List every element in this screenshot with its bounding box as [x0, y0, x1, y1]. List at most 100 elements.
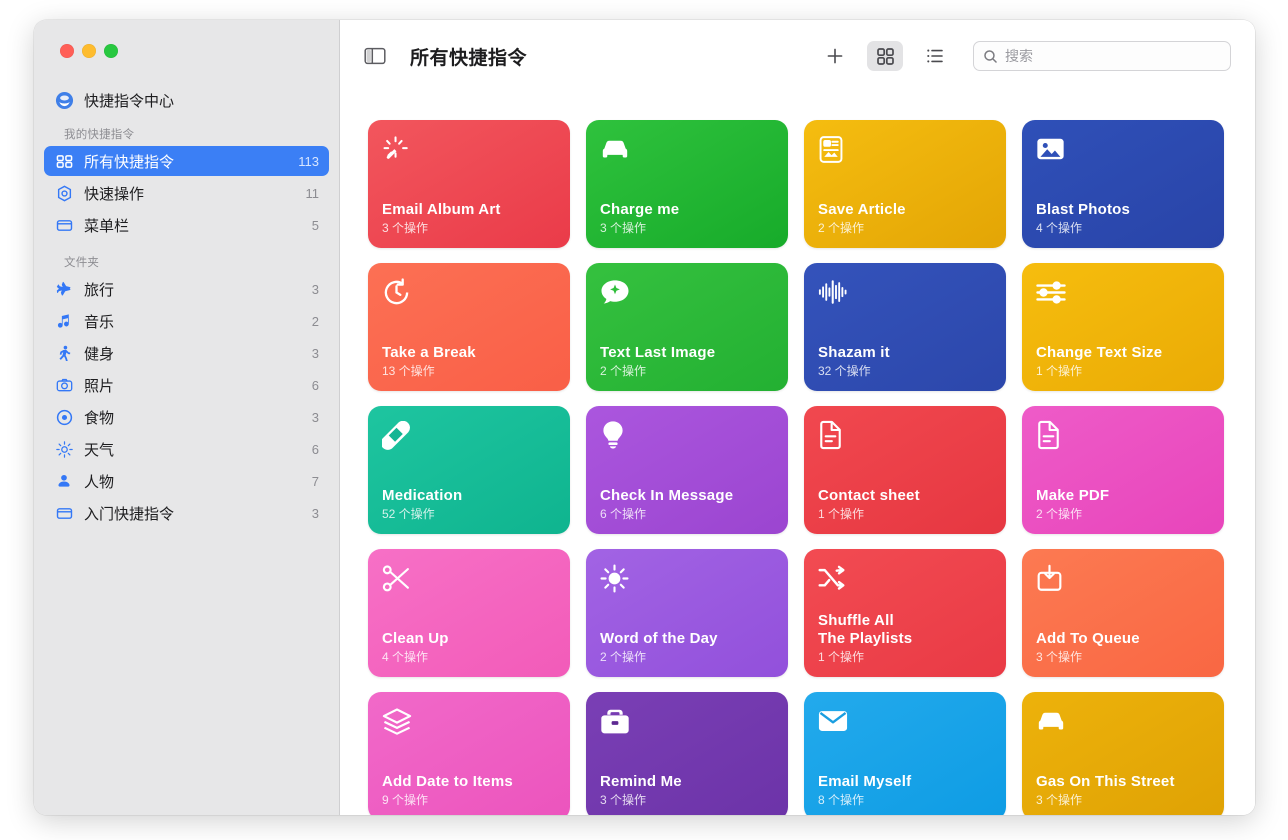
shortcut-card-name: Shazam it [818, 344, 890, 361]
shortcut-card-text: Clean Up 4 个操作 [382, 630, 556, 665]
sidebar-item-weather[interactable]: 天气 6 [44, 434, 329, 464]
shortcut-card-text: Shuffle All The Playlists 1 个操作 [818, 612, 992, 665]
shortcut-card-subtitle: 32 个操作 [818, 364, 871, 378]
zoom-button[interactable] [104, 44, 118, 58]
sidebar: 快捷指令中心 我的快捷指令 所有快捷指令 113 快速操作 11 菜单栏 5 文… [34, 20, 340, 815]
shortcut-card-name: Make PDF [1036, 487, 1110, 504]
shortcut-card-name: Blast Photos [1036, 201, 1131, 218]
sidebar-item-count: 7 [311, 473, 319, 489]
add-shortcut-button[interactable] [817, 41, 853, 71]
sidebar-item-menu-bar[interactable]: 菜单栏 5 [44, 210, 329, 240]
shortcut-card[interactable]: Shazam it 32 个操作 [804, 263, 1006, 391]
sidebar-item-photos[interactable]: 照片 6 [44, 370, 329, 400]
shortcut-card[interactable]: Take a Break 13 个操作 [368, 263, 570, 391]
shortcut-card-text: Word of the Day 2 个操作 [600, 630, 774, 665]
shortcut-card[interactable]: Add Date to Items 9 个操作 [368, 692, 570, 815]
sidebar-toggle-icon[interactable] [362, 45, 388, 67]
shortcut-card-name: Add Date to Items [382, 773, 513, 790]
search-icon [983, 49, 998, 64]
all-shortcuts-icon [54, 151, 74, 171]
minimize-button[interactable] [82, 44, 96, 58]
fitness-icon [54, 343, 74, 363]
menu-bar-icon [54, 215, 74, 235]
shortcut-card-name: Word of the Day [600, 630, 718, 647]
shortcut-card-name: Email Album Art [382, 201, 501, 218]
photo-icon [1036, 134, 1066, 164]
sidebar-item-shortcuts-hub[interactable]: 快捷指令中心 [44, 82, 329, 112]
shortcut-card[interactable]: Remind Me 3 个操作 [586, 692, 788, 815]
search-field[interactable] [973, 41, 1231, 71]
sidebar-item-label: 健身 [84, 345, 115, 363]
sidebar-item-quick-actions[interactable]: 快速操作 11 [44, 178, 329, 208]
shortcut-card-name: Text Last Image [600, 344, 716, 361]
shortcut-card-name: Save Article [818, 201, 906, 218]
shortcut-card-subtitle: 9 个操作 [382, 793, 429, 807]
envelope-icon [818, 706, 848, 736]
sidebar-item-label: 所有快捷指令 [84, 153, 175, 171]
shortcut-card-subtitle: 2 个操作 [600, 364, 647, 378]
shortcut-card-text: Save Article 2 个操作 [818, 201, 992, 236]
shortcut-card[interactable]: Text Last Image 2 个操作 [586, 263, 788, 391]
music-note-icon [54, 311, 74, 331]
shortcut-card[interactable]: Save Article 2 个操作 [804, 120, 1006, 248]
car-icon [600, 134, 630, 164]
shortcut-card[interactable]: Word of the Day 2 个操作 [586, 549, 788, 677]
page-title: 所有快捷指令 [410, 47, 528, 69]
sidebar-item-people[interactable]: 人物 7 [44, 466, 329, 496]
scissors-icon [382, 563, 412, 593]
sidebar-item-count: 3 [311, 505, 319, 521]
shortcut-card-subtitle: 1 个操作 [818, 650, 865, 664]
shortcut-card-text: Medication 52 个操作 [382, 487, 556, 522]
sidebar-item-all-shortcuts[interactable]: 所有快捷指令 113 [44, 146, 329, 176]
shortcut-card[interactable]: Charge me 3 个操作 [586, 120, 788, 248]
shortcut-card-text: Email Album Art 3 个操作 [382, 201, 556, 236]
shortcut-card-text: Gas On This Street 3 个操作 [1036, 773, 1210, 808]
shortcut-card-name: Gas On This Street [1036, 773, 1175, 790]
sidebar-item-count: 6 [311, 441, 319, 457]
shortcuts-hub-icon [54, 90, 74, 110]
shortcut-card[interactable]: Gas On This Street 3 个操作 [1022, 692, 1224, 815]
sidebar-item-food[interactable]: 食物 3 [44, 402, 329, 432]
list-view-button[interactable] [917, 41, 953, 71]
shortcuts-window: 快捷指令中心 我的快捷指令 所有快捷指令 113 快速操作 11 菜单栏 5 文… [34, 20, 1255, 815]
waveform-icon [818, 277, 848, 307]
sidebar-item-label: 快捷指令中心 [84, 92, 175, 110]
shortcut-card[interactable]: Email Myself 8 个操作 [804, 692, 1006, 815]
grid-view-button[interactable] [867, 41, 903, 71]
sidebar-item-music[interactable]: 音乐 2 [44, 306, 329, 336]
timer-icon [382, 277, 412, 307]
shortcut-card-name: Charge me [600, 201, 680, 218]
sidebar-item-starter-shortcuts[interactable]: 入门快捷指令 3 [44, 498, 329, 528]
shortcut-card-text: Contact sheet 1 个操作 [818, 487, 992, 522]
shortcut-card-name: Email Myself [818, 773, 912, 790]
shortcut-card-text: Change Text Size 1 个操作 [1036, 344, 1210, 379]
shortcut-card[interactable]: Make PDF 2 个操作 [1022, 406, 1224, 534]
shortcuts-grid: Email Album Art 3 个操作 Charge me 3 个操作 Save A… [340, 92, 1255, 815]
shortcut-card-subtitle: 4 个操作 [1036, 221, 1083, 235]
sidebar-item-label: 菜单栏 [84, 217, 130, 235]
shortcut-card[interactable]: Medication 52 个操作 [368, 406, 570, 534]
shortcut-card[interactable]: Clean Up 4 个操作 [368, 549, 570, 677]
food-icon [54, 407, 74, 427]
search-input[interactable] [1005, 48, 1221, 64]
shortcut-card-text: Add To Queue 3 个操作 [1036, 630, 1210, 665]
shortcut-card[interactable]: Email Album Art 3 个操作 [368, 120, 570, 248]
close-button[interactable] [60, 44, 74, 58]
shortcut-card[interactable]: Add To Queue 3 个操作 [1022, 549, 1224, 677]
shortcut-card-text: Check In Message 6 个操作 [600, 487, 774, 522]
sliders-icon [1036, 277, 1066, 307]
message-sparkle-icon [600, 277, 630, 307]
shortcut-card[interactable]: Shuffle All The Playlists 1 个操作 [804, 549, 1006, 677]
sidebar-item-label: 照片 [84, 377, 115, 395]
sidebar-item-fitness[interactable]: 健身 3 [44, 338, 329, 368]
shortcut-card[interactable]: Change Text Size 1 个操作 [1022, 263, 1224, 391]
shortcut-card[interactable]: Check In Message 6 个操作 [586, 406, 788, 534]
sidebar-item-travel[interactable]: 旅行 3 [44, 274, 329, 304]
shortcut-card[interactable]: Blast Photos 4 个操作 [1022, 120, 1224, 248]
shortcut-card-subtitle: 8 个操作 [818, 793, 865, 807]
shortcut-card[interactable]: Contact sheet 1 个操作 [804, 406, 1006, 534]
shortcut-card-subtitle: 3 个操作 [1036, 650, 1083, 664]
shortcut-card-text: Charge me 3 个操作 [600, 201, 774, 236]
shortcut-card-subtitle: 3 个操作 [1036, 793, 1083, 807]
article-icon [818, 134, 848, 164]
